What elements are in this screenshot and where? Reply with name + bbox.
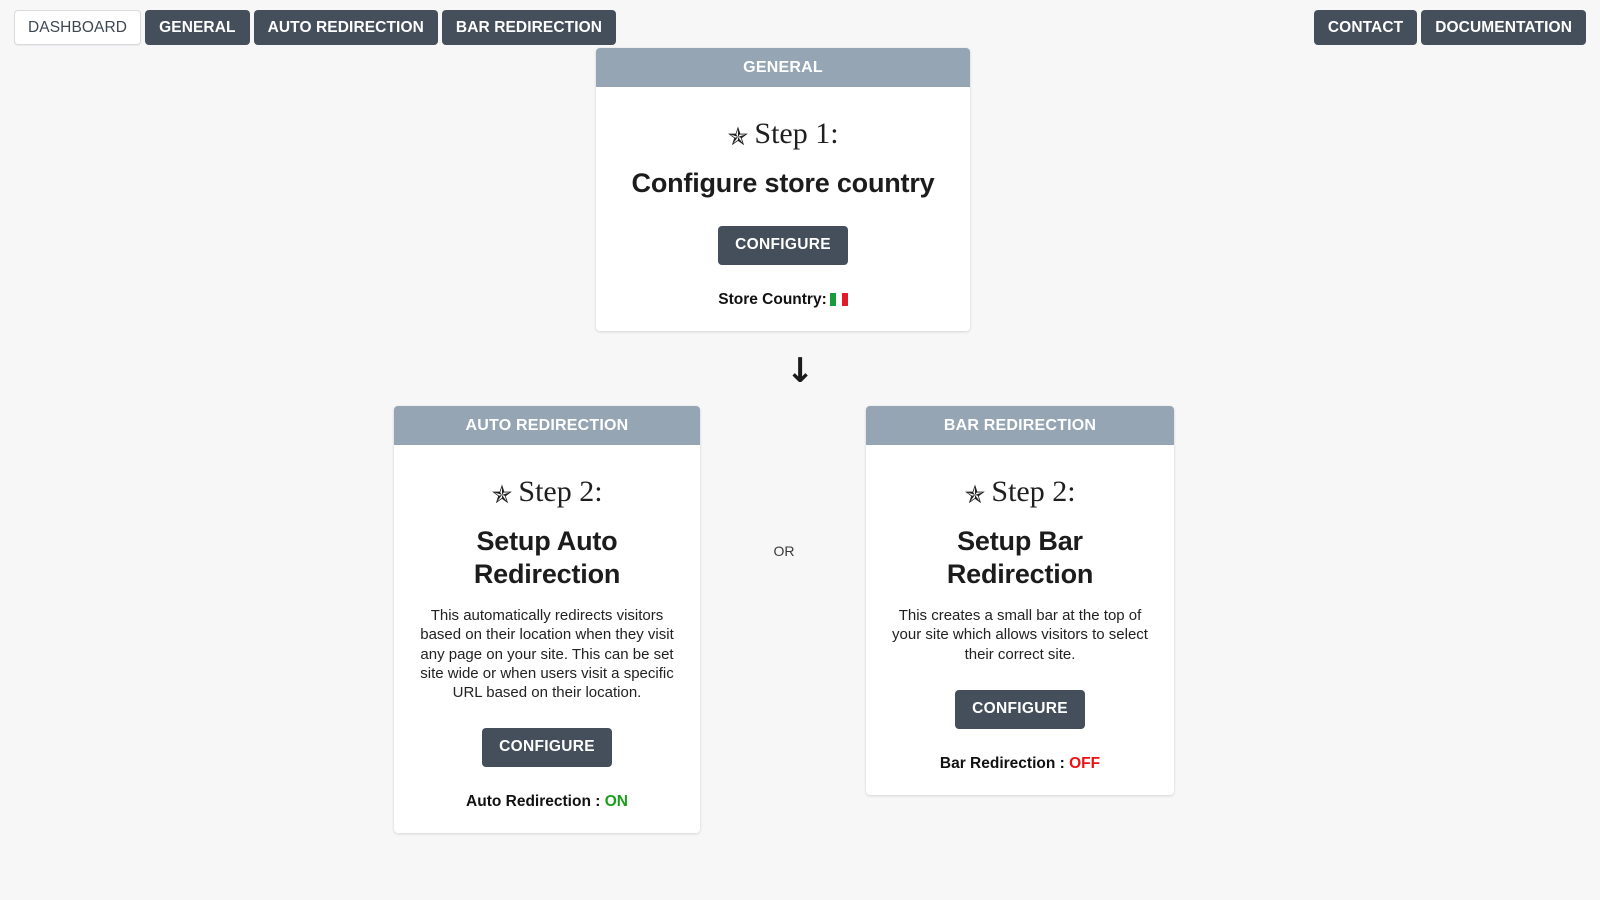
card-bar-redirection-status: Bar Redirection : OFF	[886, 755, 1154, 773]
card-general-status: Store Country:	[616, 291, 950, 309]
contact-button-label: CONTACT	[1328, 19, 1403, 37]
card-auto-redirection: AUTO REDIRECTION ✯Step 2: Setup Auto Red…	[394, 406, 700, 833]
card-general-title: Configure store country	[616, 167, 950, 201]
bar-redirection-status-label: Bar Redirection :	[940, 755, 1065, 772]
italy-flag-icon	[830, 293, 848, 306]
card-auto-redirection-step: ✯Step 2:	[414, 473, 680, 511]
documentation-button-label: DOCUMENTATION	[1435, 19, 1572, 37]
card-auto-redirection-status: Auto Redirection : ON	[414, 793, 680, 811]
primary-tabs: DASHBOARD GENERAL AUTO REDIRECTION BAR R…	[14, 10, 616, 45]
tab-dashboard[interactable]: DASHBOARD	[14, 10, 141, 45]
configure-button-general[interactable]: CONFIGURE	[718, 226, 848, 265]
bar-redirection-status-value: OFF	[1069, 755, 1100, 772]
card-bar-redirection-description: This creates a small bar at the top of y…	[890, 606, 1150, 664]
card-general-step-label: Step 1:	[754, 117, 838, 150]
card-auto-redirection-description: This automatically redirects visitors ba…	[418, 606, 676, 702]
card-auto-redirection-step-label: Step 2:	[518, 475, 602, 508]
documentation-button[interactable]: DOCUMENTATION	[1421, 10, 1586, 45]
card-bar-redirection-step-label: Step 2:	[991, 475, 1075, 508]
card-bar-redirection-body: ✯Step 2: Setup Bar Redirection This crea…	[866, 445, 1174, 795]
card-bar-redirection-title: Setup Bar Redirection	[886, 525, 1154, 593]
tab-general-label: GENERAL	[159, 19, 235, 37]
or-separator-label: OR	[760, 543, 808, 559]
secondary-links: CONTACT DOCUMENTATION	[1314, 10, 1586, 45]
card-general: GENERAL ✯Step 1: Configure store country…	[596, 48, 970, 331]
configure-button-bar-redirection[interactable]: CONFIGURE	[955, 690, 1085, 729]
tab-bar-redirection[interactable]: BAR REDIRECTION	[442, 10, 616, 45]
down-arrow-icon: ↓	[0, 354, 1600, 388]
card-auto-redirection-body: ✯Step 2: Setup Auto Redirection This aut…	[394, 445, 700, 833]
card-general-body: ✯Step 1: Configure store country CONFIGU…	[596, 87, 970, 331]
configure-button-auto-redirection[interactable]: CONFIGURE	[482, 728, 612, 767]
card-general-step: ✯Step 1:	[616, 115, 950, 153]
store-country-label: Store Country:	[718, 291, 827, 308]
tab-auto-redirection[interactable]: AUTO REDIRECTION	[254, 10, 438, 45]
card-general-header: GENERAL	[596, 48, 970, 87]
card-bar-redirection: BAR REDIRECTION ✯Step 2: Setup Bar Redir…	[866, 406, 1174, 795]
card-auto-redirection-header: AUTO REDIRECTION	[394, 406, 700, 445]
tab-dashboard-label: DASHBOARD	[28, 19, 127, 37]
gear-icon: ✯	[491, 480, 512, 509]
tab-bar-redirection-label: BAR REDIRECTION	[456, 19, 602, 37]
card-auto-redirection-title: Setup Auto Redirection	[414, 525, 680, 593]
gear-icon: ✯	[964, 480, 985, 509]
tab-auto-redirection-label: AUTO REDIRECTION	[268, 19, 424, 37]
card-bar-redirection-header: BAR REDIRECTION	[866, 406, 1174, 445]
auto-redirection-status-label: Auto Redirection :	[466, 793, 600, 810]
gear-icon: ✯	[727, 122, 748, 151]
auto-redirection-status-value: ON	[605, 793, 628, 810]
card-bar-redirection-step: ✯Step 2:	[886, 473, 1154, 511]
contact-button[interactable]: CONTACT	[1314, 10, 1417, 45]
tab-general[interactable]: GENERAL	[145, 10, 249, 45]
